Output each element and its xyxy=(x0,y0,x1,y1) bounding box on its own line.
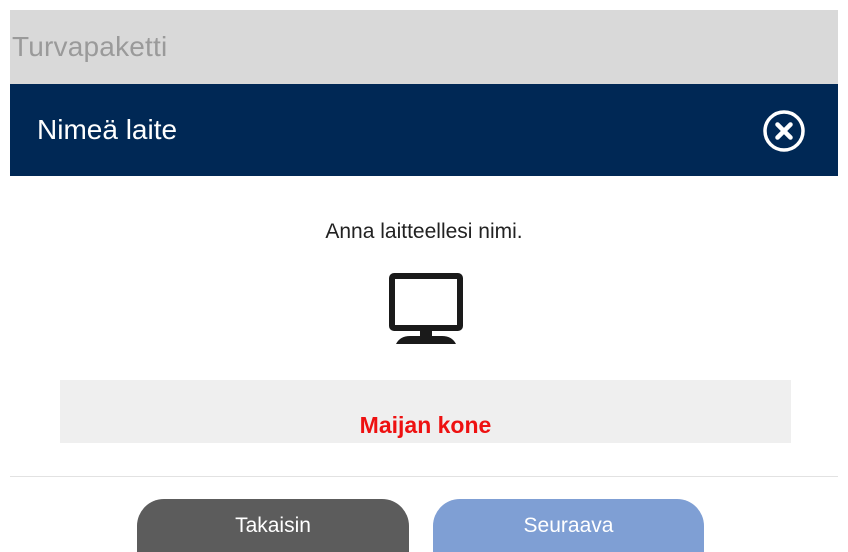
app-header: Turvapaketti xyxy=(10,10,838,84)
app-title: Turvapaketti xyxy=(12,31,168,62)
back-button-label: Takaisin xyxy=(235,514,311,537)
dialog-body: Anna laitteellesi nimi. xyxy=(10,176,838,476)
close-button[interactable] xyxy=(760,107,808,155)
dialog-title: Nimeä laite xyxy=(37,114,178,145)
app-window: Turvapaketti Nimeä laite Anna laitteelle… xyxy=(0,0,848,552)
footer-divider xyxy=(10,476,838,477)
dialog-titlebar: Nimeä laite xyxy=(10,84,838,176)
prompt-text: Anna laitteellesi nimi. xyxy=(325,220,523,243)
monitor-icon xyxy=(389,273,463,344)
next-button[interactable]: Seuraava xyxy=(433,499,704,552)
device-name-input[interactable] xyxy=(60,380,791,443)
back-button[interactable]: Takaisin xyxy=(137,499,409,552)
next-button-label: Seuraava xyxy=(523,514,614,537)
close-circle-icon xyxy=(763,110,805,152)
